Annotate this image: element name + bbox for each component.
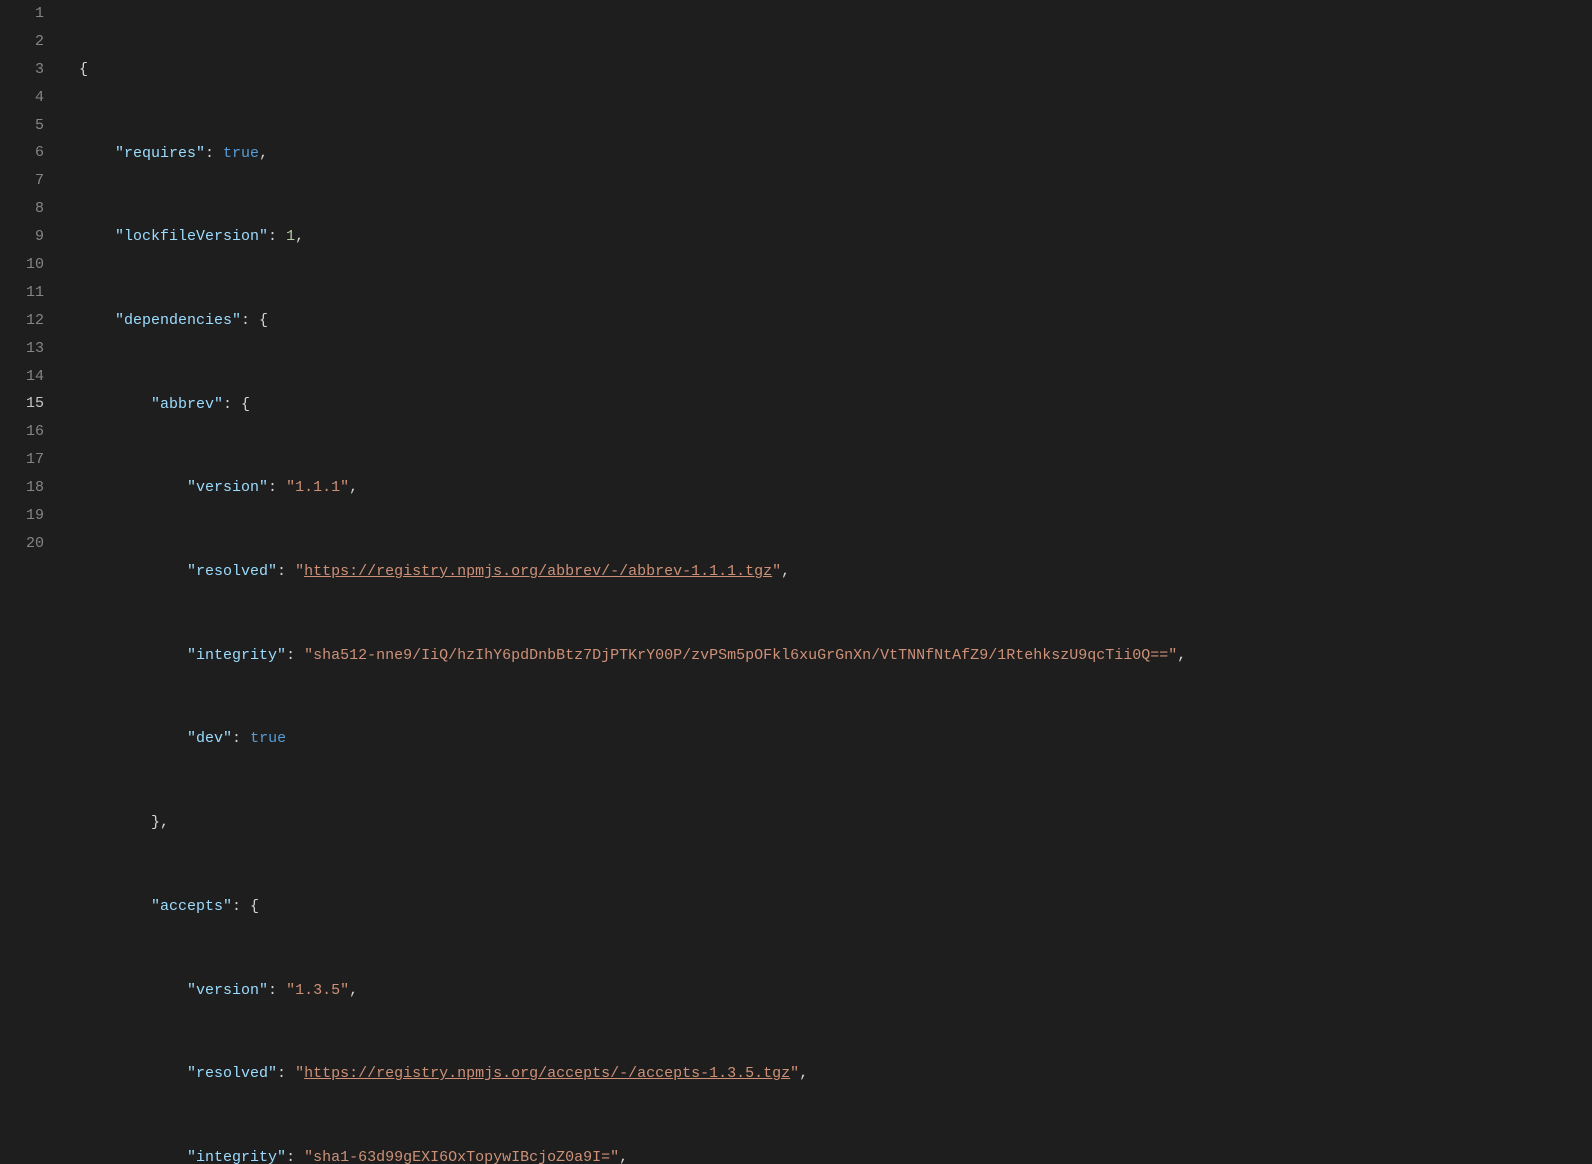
- line-number: 5: [0, 112, 44, 140]
- code-line[interactable]: "resolved": "https://registry.npmjs.org/…: [70, 1060, 1592, 1088]
- line-number: 6: [0, 139, 44, 167]
- code-line[interactable]: "dependencies": {: [70, 307, 1592, 335]
- code-line[interactable]: "integrity": "sha1-63d99gEXI6OxTopywIBcj…: [70, 1144, 1592, 1164]
- line-number: 16: [0, 418, 44, 446]
- line-number-gutter: 1 2 3 4 5 6 7 8 9 10 11 12 13 14 15 16 1…: [0, 0, 70, 582]
- code-line[interactable]: "dev": true: [70, 725, 1592, 753]
- line-number: 3: [0, 56, 44, 84]
- line-number: 12: [0, 307, 44, 335]
- code-area[interactable]: { "requires": true, "lockfileVersion": 1…: [70, 0, 1592, 582]
- code-editor[interactable]: 1 2 3 4 5 6 7 8 9 10 11 12 13 14 15 16 1…: [0, 0, 1592, 582]
- line-number: 18: [0, 474, 44, 502]
- line-number: 4: [0, 84, 44, 112]
- line-number: 14: [0, 363, 44, 391]
- line-number: 9: [0, 223, 44, 251]
- line-number: 1: [0, 0, 44, 28]
- line-number: 13: [0, 335, 44, 363]
- line-number: 8: [0, 195, 44, 223]
- code-line[interactable]: },: [70, 809, 1592, 837]
- code-line[interactable]: "requires": true,: [70, 140, 1592, 168]
- line-number: 20: [0, 530, 44, 558]
- code-line[interactable]: "accepts": {: [70, 893, 1592, 921]
- line-number: 19: [0, 502, 44, 530]
- code-line[interactable]: "version": "1.1.1",: [70, 474, 1592, 502]
- line-number: 10: [0, 251, 44, 279]
- code-line[interactable]: "integrity": "sha512-nne9/IiQ/hzIhY6pdDn…: [70, 642, 1592, 670]
- code-line[interactable]: "version": "1.3.5",: [70, 977, 1592, 1005]
- line-number: 7: [0, 167, 44, 195]
- line-number: 15: [0, 390, 44, 418]
- line-number: 17: [0, 446, 44, 474]
- code-line[interactable]: "lockfileVersion": 1,: [70, 223, 1592, 251]
- code-line[interactable]: "abbrev": {: [70, 391, 1592, 419]
- code-line[interactable]: {: [70, 56, 1592, 84]
- line-number: 2: [0, 28, 44, 56]
- line-number: 11: [0, 279, 44, 307]
